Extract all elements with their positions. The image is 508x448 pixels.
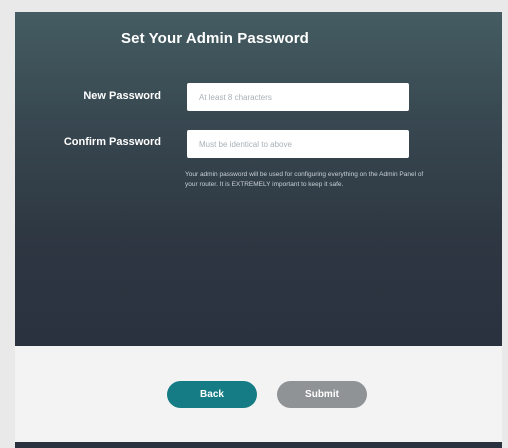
confirm-password-input[interactable] bbox=[187, 130, 409, 158]
new-password-input[interactable] bbox=[187, 83, 409, 111]
footer-bar bbox=[15, 442, 502, 448]
password-panel: Set Your Admin Password New Password Con… bbox=[15, 12, 502, 346]
new-password-label: New Password bbox=[83, 90, 161, 102]
back-button[interactable]: Back bbox=[167, 381, 257, 408]
confirm-password-label: Confirm Password bbox=[63, 136, 161, 148]
setup-window: Set Your Admin Password New Password Con… bbox=[15, 12, 502, 448]
submit-button[interactable]: Submit bbox=[277, 381, 367, 408]
page-title: Set Your Admin Password bbox=[121, 30, 309, 47]
password-note: Your admin password will be used for con… bbox=[185, 171, 424, 188]
